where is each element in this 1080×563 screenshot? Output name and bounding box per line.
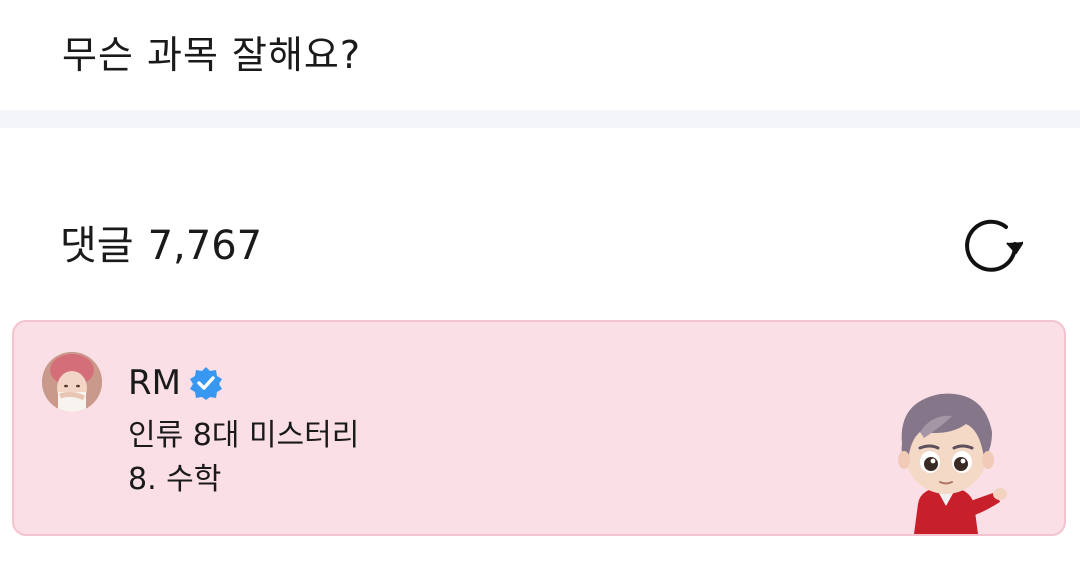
comment-line: 인류 8대 미스터리: [128, 418, 360, 453]
post-title-area: 무슨 과목 잘해요?: [0, 0, 1080, 110]
author-row: RM: [128, 362, 223, 404]
character-sticker: [898, 393, 1007, 534]
comment-card[interactable]: RM 인류 8대 미스터리 8. 수학: [12, 320, 1066, 536]
verified-badge-icon: [189, 367, 222, 400]
comments-title: 댓글 7,767: [60, 220, 262, 272]
refresh-button[interactable]: [960, 218, 1024, 274]
comment-body: 인류 8대 미스터리 8. 수학: [128, 414, 359, 502]
comments-label: 댓글: [60, 223, 134, 269]
section-divider: [0, 110, 1080, 128]
author-name[interactable]: RM: [128, 362, 181, 404]
avatar-image: [42, 352, 102, 412]
comment-line: 8. 수학: [128, 462, 222, 497]
avatar[interactable]: [42, 352, 102, 412]
comments-header: 댓글 7,767: [0, 128, 1080, 308]
post-title: 무슨 과목 잘해요?: [62, 33, 362, 77]
refresh-icon: [965, 219, 1023, 272]
comments-count: 7,767: [147, 223, 263, 269]
